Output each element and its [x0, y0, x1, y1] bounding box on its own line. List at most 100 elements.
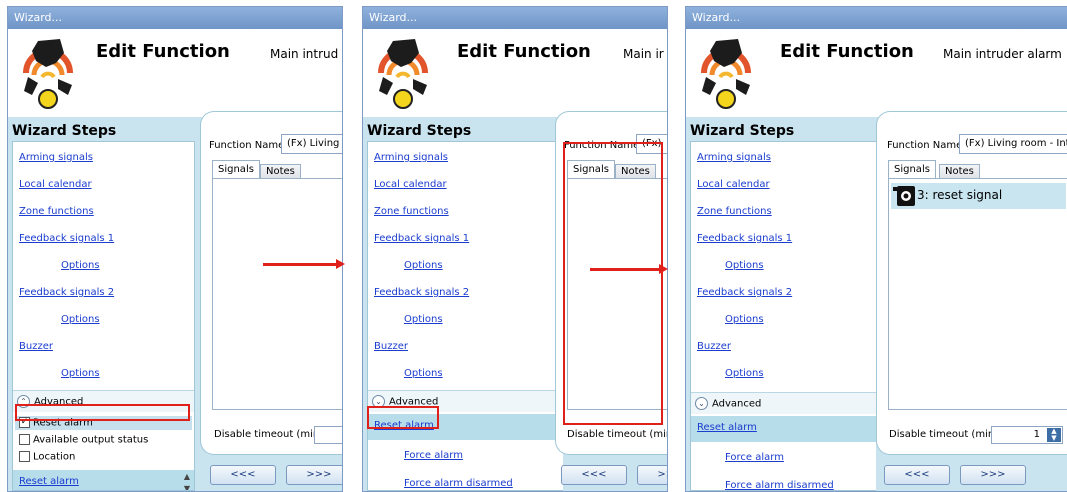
alarm-logo-icon	[23, 39, 73, 109]
highlight-reset-alarm-option	[15, 404, 190, 421]
step-buzzer[interactable]: Buzzer	[697, 341, 731, 352]
next-button[interactable]: >>>	[960, 465, 1026, 485]
option-location-label: Location	[33, 451, 76, 463]
advanced-label: Advanced	[712, 398, 762, 410]
function-subtitle: Main intruder alarm	[943, 47, 1062, 61]
header: Edit Function Main intrud	[8, 29, 342, 117]
selected-step-bar: Reset alarm ▲ ▼	[13, 470, 194, 490]
disable-timeout-label: Disable timeout (min)	[567, 429, 667, 440]
tab-notes[interactable]: Notes	[939, 164, 980, 179]
transition-arrow-1	[263, 259, 345, 269]
back-button[interactable]: <<<	[210, 465, 276, 485]
step-feedback-signals-2[interactable]: Feedback signals 2	[19, 287, 114, 298]
step-feedback-signals-1[interactable]: Feedback signals 1	[374, 233, 469, 244]
wizard-steps-list: Arming signals Local calendar Zone funct…	[690, 141, 876, 491]
step-buzzer[interactable]: Buzzer	[19, 341, 53, 352]
disable-timeout-input[interactable]	[314, 426, 342, 444]
step-arming-signals[interactable]: Arming signals	[697, 152, 771, 163]
step-local-calendar[interactable]: Local calendar	[374, 179, 447, 190]
wizard-window-3: Wizard... Edit Function Main intruder al…	[685, 6, 1067, 492]
back-button[interactable]: <<<	[884, 465, 950, 485]
step-feedback-signals-2[interactable]: Feedback signals 2	[697, 287, 792, 298]
step-zone-functions[interactable]: Zone functions	[697, 206, 772, 217]
step-options-1[interactable]: Options	[404, 260, 443, 271]
tab-notes[interactable]: Notes	[260, 164, 301, 179]
step-zone-functions[interactable]: Zone functions	[374, 206, 449, 217]
scroll-down-icon[interactable]: ▼	[182, 484, 192, 490]
option-available-output[interactable]: Available output status	[19, 434, 148, 446]
step-local-calendar[interactable]: Local calendar	[697, 179, 770, 190]
option-available-output-label: Available output status	[33, 434, 149, 446]
signal-item[interactable]: 3: reset signal	[891, 183, 1066, 209]
step-arming-signals[interactable]: Arming signals	[19, 152, 93, 163]
step-feedback-signals-2[interactable]: Feedback signals 2	[374, 287, 469, 298]
function-name-label: Function Name:	[209, 140, 288, 151]
function-name-label: Function Name:	[887, 140, 966, 151]
wizard-steps-title: Wizard Steps	[12, 123, 117, 139]
step-options-1[interactable]: Options	[61, 260, 100, 271]
highlight-signals-tab	[563, 142, 663, 425]
step-buzzer[interactable]: Buzzer	[374, 341, 408, 352]
signals-list[interactable]: 3: reset signal	[888, 178, 1067, 410]
step-options-2[interactable]: Options	[404, 314, 443, 325]
wizard-steps-list: Arming signals Local calendar Zone funct…	[12, 141, 195, 491]
step-reset-alarm[interactable]: Reset alarm	[697, 422, 757, 433]
window-title: Wizard...	[686, 7, 1067, 29]
disable-timeout-label: Disable timeout (min)	[889, 429, 999, 440]
page-title: Edit Function	[96, 41, 230, 62]
disable-timeout-input[interactable]: 1 ▲ ▼	[991, 426, 1063, 444]
function-name-input[interactable]: (Fx) Living	[281, 134, 342, 154]
step-options-3[interactable]: Options	[404, 368, 443, 379]
checkbox-icon[interactable]	[19, 451, 30, 462]
function-name-input[interactable]: (Fx) Living room - Intru	[959, 134, 1067, 154]
content-area: Function Name: (Fx) Living Signals Notes…	[200, 111, 342, 455]
spinner-icon[interactable]: ▲ ▼	[1047, 428, 1061, 442]
signal-item-label: 3: reset signal	[917, 188, 1003, 202]
back-button[interactable]: <<<	[561, 465, 627, 485]
step-options-2[interactable]: Options	[61, 314, 100, 325]
option-location[interactable]: Location	[19, 451, 75, 463]
tab-signals[interactable]: Signals	[888, 160, 936, 178]
wizard-steps-list: Arming signals Local calendar Zone funct…	[367, 141, 563, 491]
step-force-alarm[interactable]: Force alarm	[404, 450, 463, 461]
step-feedback-signals-1[interactable]: Feedback signals 1	[697, 233, 792, 244]
window-body: Edit Function Main intruder alarm Wizard…	[686, 29, 1067, 491]
signal-icon	[893, 186, 915, 206]
step-force-alarm-disarmed[interactable]: Force alarm disarmed	[404, 478, 513, 489]
window-title: Wizard...	[363, 7, 667, 29]
step-options-2[interactable]: Options	[725, 314, 764, 325]
step-arming-signals[interactable]: Arming signals	[374, 152, 448, 163]
alarm-logo-icon	[378, 39, 428, 109]
tab-signals[interactable]: Signals	[212, 160, 260, 178]
alarm-logo-icon	[701, 39, 751, 109]
function-subtitle: Main ir	[623, 47, 664, 61]
window-title: Wizard...	[8, 7, 342, 29]
header: Edit Function Main intruder alarm	[686, 29, 1067, 117]
highlight-reset-alarm-step	[367, 406, 439, 429]
window-body: Edit Function Main intrud Wizard Steps A…	[8, 29, 342, 491]
next-button[interactable]: >>>	[637, 465, 667, 485]
disable-timeout-value: 1	[1033, 429, 1040, 440]
step-options-3[interactable]: Options	[725, 368, 764, 379]
step-force-alarm[interactable]: Force alarm	[725, 452, 784, 463]
step-force-alarm-disarmed[interactable]: Force alarm disarmed	[725, 480, 834, 490]
header: Edit Function Main ir	[363, 29, 667, 117]
checkbox-icon[interactable]	[19, 434, 30, 445]
selected-step-bar: Reset alarm	[691, 416, 876, 442]
page-title: Edit Function	[457, 41, 591, 62]
scroll-up-icon[interactable]: ▲	[182, 472, 192, 481]
wizard-steps-title: Wizard Steps	[690, 123, 795, 139]
signals-list[interactable]	[212, 178, 342, 410]
step-feedback-signals-1[interactable]: Feedback signals 1	[19, 233, 114, 244]
step-zone-functions[interactable]: Zone functions	[19, 206, 94, 217]
step-local-calendar[interactable]: Local calendar	[19, 179, 92, 190]
chevron-down-icon: ⌄	[695, 397, 708, 410]
step-reset-alarm[interactable]: Reset alarm	[19, 476, 79, 487]
next-button[interactable]: >>>	[286, 465, 342, 485]
step-options-1[interactable]: Options	[725, 260, 764, 271]
function-subtitle: Main intrud	[270, 47, 339, 61]
wizard-steps-title: Wizard Steps	[367, 123, 472, 139]
advanced-toggle[interactable]: ⌄ Advanced	[691, 392, 876, 414]
step-options-3[interactable]: Options	[61, 368, 100, 379]
disable-timeout-label: Disable timeout (min)	[214, 429, 324, 440]
